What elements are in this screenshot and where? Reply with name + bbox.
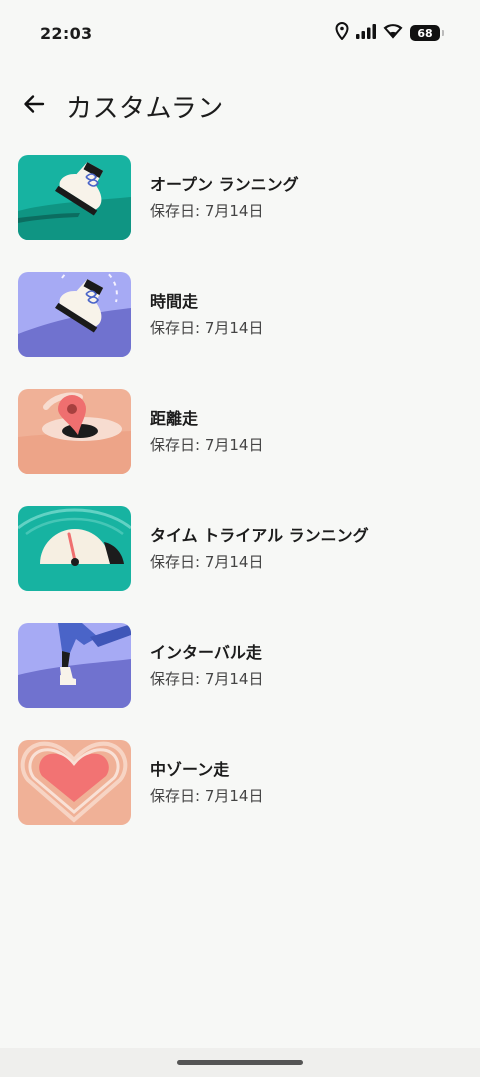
location-pin-peach-icon [18, 389, 131, 474]
run-saved-date: 保存日: 7月14日 [150, 436, 264, 454]
run-title: 時間走 [150, 292, 199, 311]
list-item-text: タイム トライアル ランニング 保存日: 7月14日 [150, 525, 369, 573]
list-item-text: 距離走 保存日: 7月14日 [150, 408, 263, 456]
runner-legs-purple-icon [18, 623, 131, 708]
back-button[interactable] [18, 90, 50, 122]
shoe-stopwatch-purple-icon [18, 272, 131, 357]
list-item-distance-run[interactable]: 距離走 保存日: 7月14日 [0, 389, 480, 506]
list-item-time-trial[interactable]: タイム トライアル ランニング 保存日: 7月14日 [0, 506, 480, 623]
list-item-interval-run[interactable]: インターバル走 保存日: 7月14日 [0, 623, 480, 740]
status-time: 22:03 [40, 24, 93, 43]
run-title: 中ゾーン走 [150, 760, 230, 779]
shoe-teal-icon [18, 155, 131, 240]
status-icons: 68 [335, 21, 444, 44]
run-saved-date: 保存日: 7月14日 [150, 670, 264, 688]
arrow-left-icon [22, 92, 46, 120]
gauge-teal-icon [18, 506, 131, 591]
status-bar: 22:03 68 [0, 0, 480, 68]
run-title: オープン ランニング [150, 175, 299, 194]
list-item-text: 時間走 保存日: 7月14日 [150, 291, 263, 339]
list-item-text: 中ゾーン走 保存日: 7月14日 [150, 759, 263, 807]
run-saved-date: 保存日: 7月14日 [150, 787, 264, 805]
app-header: カスタムラン [0, 84, 480, 128]
list-item-text: オープン ランニング 保存日: 7月14日 [150, 174, 299, 222]
list-item-text: インターバル走 保存日: 7月14日 [150, 642, 263, 690]
run-title: 距離走 [150, 409, 199, 428]
run-saved-date: 保存日: 7月14日 [150, 553, 264, 571]
list-item-time-run[interactable]: 時間走 保存日: 7月14日 [0, 272, 480, 389]
battery-icon: 68 [410, 25, 444, 41]
run-saved-date: 保存日: 7月14日 [150, 319, 264, 337]
page-title: カスタムラン [66, 94, 224, 124]
list-item-open-running[interactable]: オープン ランニング 保存日: 7月14日 [0, 155, 480, 272]
wifi-icon [383, 23, 403, 43]
run-saved-date: 保存日: 7月14日 [150, 202, 264, 220]
run-title: インターバル走 [150, 643, 262, 662]
list-item-mid-zone-run[interactable]: 中ゾーン走 保存日: 7月14日 [0, 740, 480, 857]
location-icon [335, 21, 349, 44]
signal-icon [356, 23, 376, 43]
system-navigation-bar [0, 1048, 480, 1077]
custom-run-list: オープン ランニング 保存日: 7月14日 時間走 保存日: 7月14日 距離走… [0, 155, 480, 857]
run-title: タイム トライアル ランニング [150, 526, 369, 545]
heart-peach-icon [18, 740, 131, 825]
home-gesture-handle[interactable] [177, 1060, 303, 1065]
